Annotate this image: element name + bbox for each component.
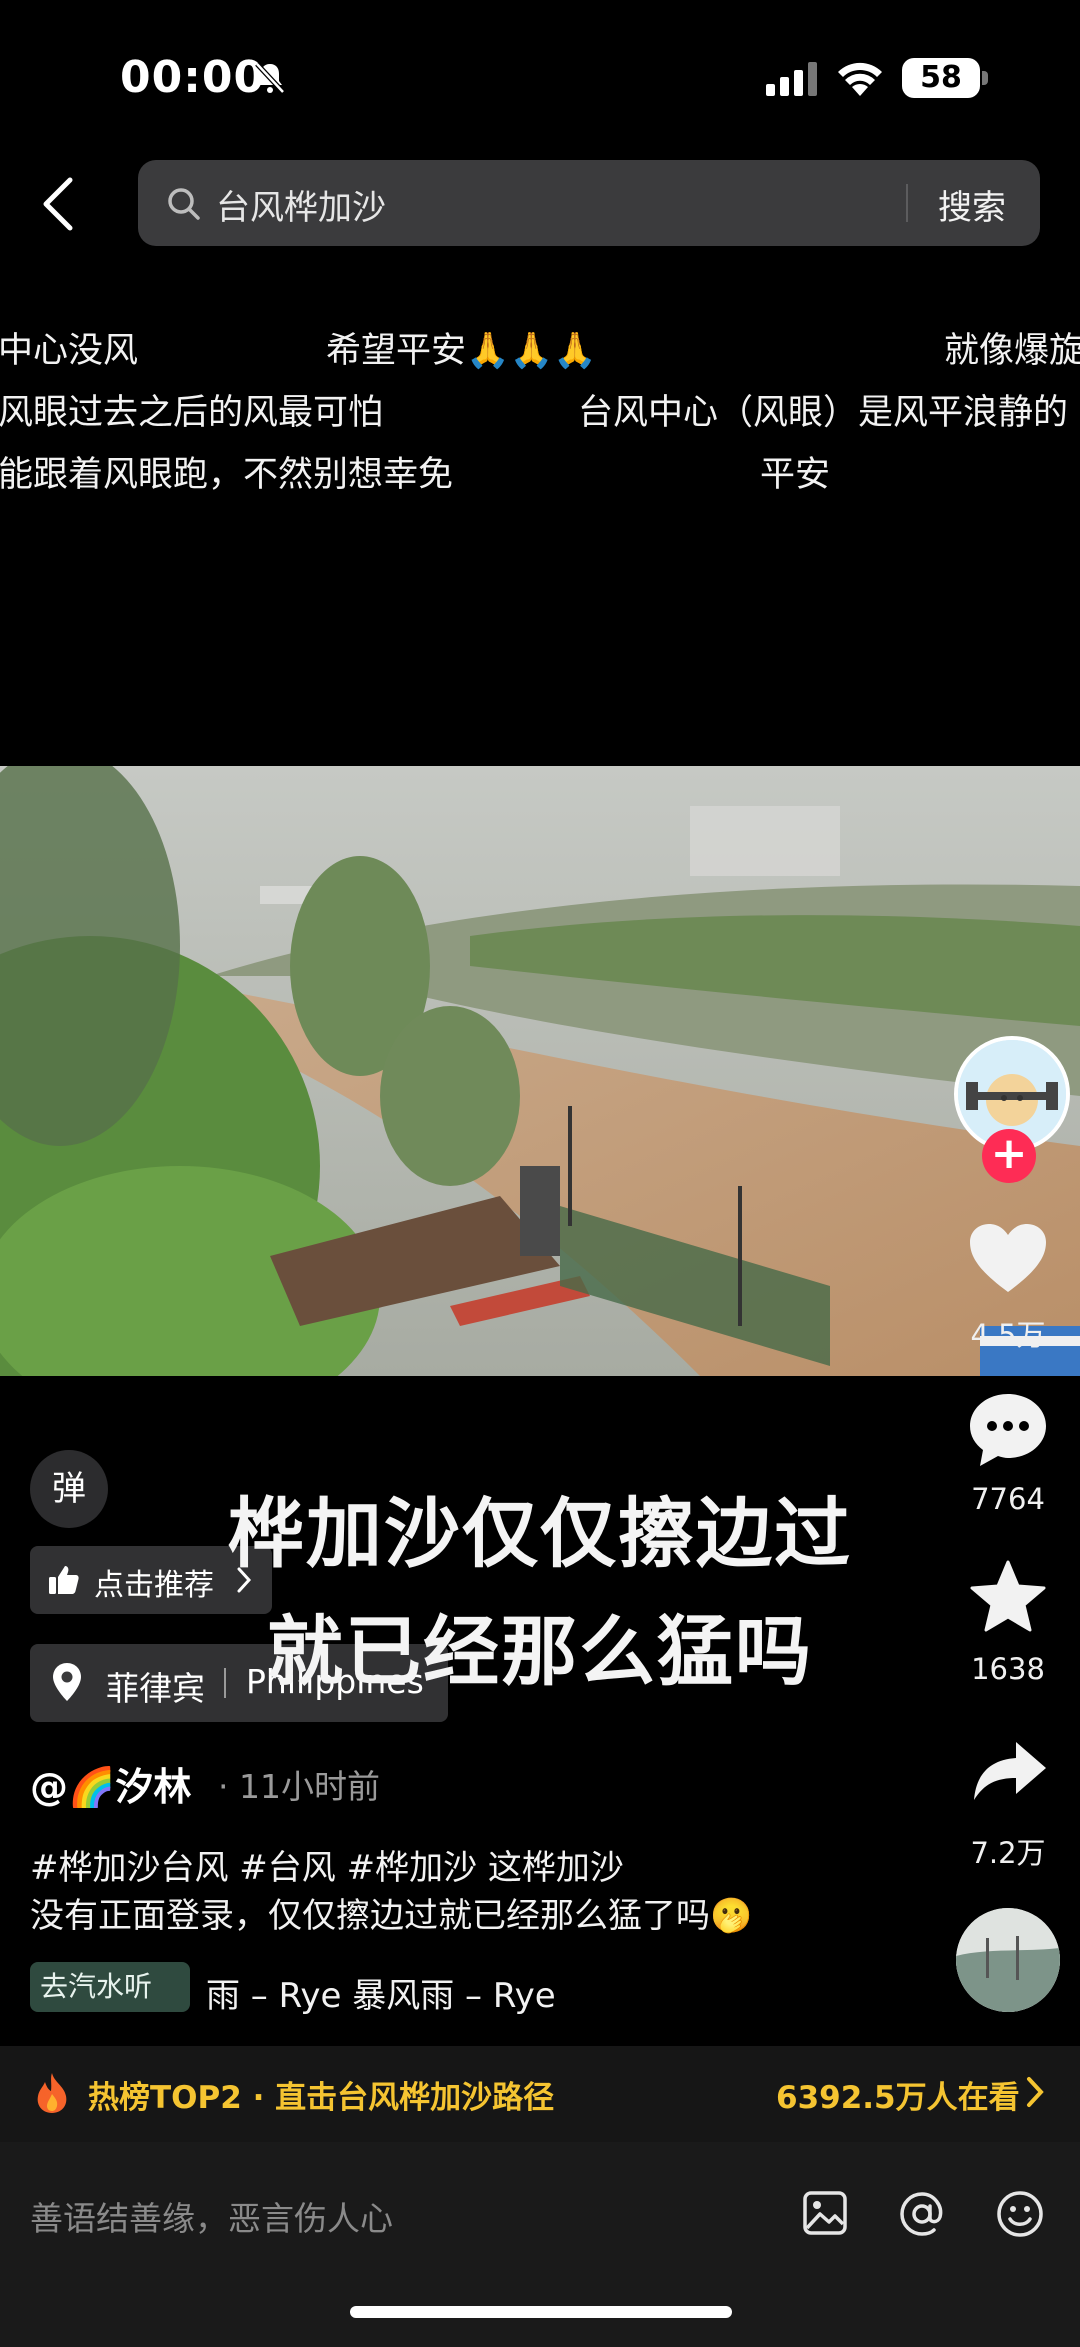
search-query[interactable]: 台风桦加沙 — [216, 180, 386, 229]
danmaku-comment: 台风中心（风眼）是风平浪静的 — [578, 393, 1069, 433]
home-indicator — [350, 2306, 732, 2318]
follow-button[interactable]: + — [982, 1129, 1036, 1183]
music-cover-image — [956, 1908, 1060, 2012]
mention-icon[interactable] — [898, 2190, 946, 2238]
battery-indicator: 58 — [902, 58, 980, 98]
hot-list-banner[interactable]: 热榜TOP2 · 直击台风桦加沙路径 6392.5万人在看 — [0, 2046, 1080, 2142]
video-overlay-text-line2: 就已经那么猛吗 — [267, 1607, 813, 1696]
back-arrow-icon[interactable] — [36, 174, 82, 234]
cellular-signal-icon — [766, 62, 817, 96]
fire-icon — [37, 2073, 67, 2113]
heart-icon[interactable] — [968, 1222, 1048, 1294]
danmaku-comment: 能跟着风眼跑，不然别想幸免 — [0, 455, 454, 495]
danmaku-comment: 风眼过去之后的风最可怕 — [0, 393, 384, 433]
battery-tip — [982, 71, 988, 85]
status-bar: 00:00 58 — [0, 0, 1080, 150]
comment-bar: 善语结善缘，恶言伤人心 — [0, 2142, 1080, 2347]
post-time: · 11小时前 — [218, 1767, 380, 1806]
caption-line: 没有正面登录，仅仅擦边过就已经那么猛了吗🫢 — [30, 1896, 753, 1936]
image-icon[interactable] — [802, 2190, 848, 2236]
video-player[interactable] — [0, 766, 1080, 1376]
music-disc[interactable] — [956, 1908, 1060, 2012]
like-count: 4.5万 — [970, 1318, 1046, 1352]
comment-icon[interactable] — [968, 1392, 1048, 1468]
emoji-icon[interactable] — [996, 2190, 1044, 2238]
danmaku-comment: 就像爆旋 — [944, 331, 1080, 371]
status-time: 00:00 — [120, 52, 266, 103]
search-divider — [906, 184, 908, 222]
danmaku-comment: 中心没风 — [0, 331, 139, 371]
share-icon[interactable] — [972, 1740, 1048, 1802]
share-count: 7.2万 — [970, 1836, 1046, 1870]
video-frame — [0, 766, 1080, 1376]
author-name[interactable]: @🌈汐林 — [30, 1756, 191, 1811]
search-button[interactable]: 搜索 — [938, 180, 1006, 229]
danmaku-comment: 平安 — [760, 455, 831, 495]
wifi-icon — [838, 62, 882, 96]
comment-input[interactable]: 善语结善缘，恶言伤人心 — [30, 2192, 393, 2240]
search-bar[interactable]: 台风桦加沙 搜索 — [138, 160, 1040, 246]
bell-muted-icon — [255, 62, 285, 94]
danmaku-comment: 希望平安🙏🙏🙏 — [326, 331, 597, 371]
hot-list-title: 热榜TOP2 · 直击台风桦加沙路径 — [88, 2080, 555, 2116]
chevron-right-icon — [1027, 2077, 1044, 2107]
search-icon — [168, 188, 200, 220]
music-app-tag[interactable]: 去汽水听 — [30, 1962, 190, 2012]
video-overlay-text-line1: 桦加沙仅仅擦边过 — [228, 1489, 852, 1578]
hot-viewers-count: 6392.5万人在看 — [776, 2080, 1020, 2116]
music-title[interactable]: 雨 – Rye 暴风雨 – Rye — [206, 1968, 556, 2017]
caption-line[interactable]: #桦加沙台风 #台风 #桦加沙 这桦加沙 — [30, 1840, 624, 1889]
